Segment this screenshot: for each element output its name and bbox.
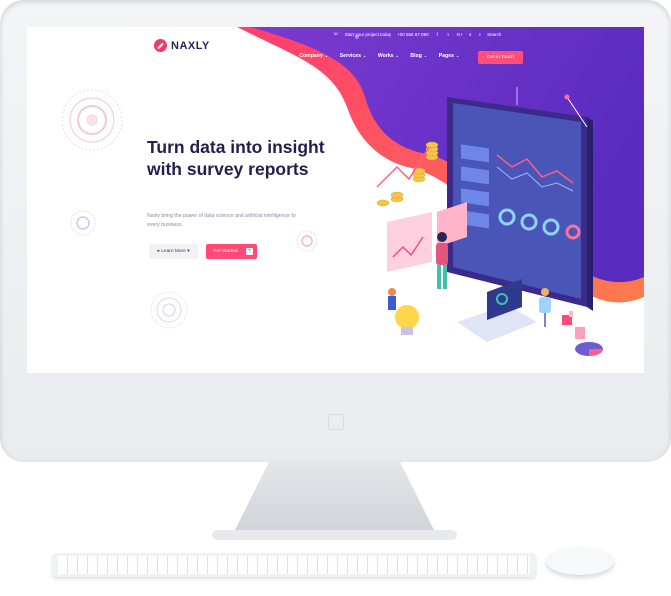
nav-item-home[interactable]: Home bbox=[268, 53, 288, 59]
nav-item-works[interactable]: Works bbox=[378, 53, 400, 59]
decorative-circle-small bbox=[70, 210, 96, 236]
nav-item-blog[interactable]: Blog bbox=[410, 53, 427, 59]
decorative-circle-target bbox=[61, 89, 123, 151]
top-info-bar: ☏ Start your project today +00 555 67 89… bbox=[333, 31, 501, 37]
hero-description: Naxly bring the power of data science an… bbox=[147, 213, 296, 228]
logo-text: NAXLY bbox=[171, 39, 210, 52]
data-analytics-illustration bbox=[376, 87, 603, 356]
plus-icon: + bbox=[246, 248, 253, 255]
monitor-stand bbox=[232, 462, 437, 536]
monitor-stand-base bbox=[212, 530, 457, 540]
site-logo[interactable]: NAXLY bbox=[154, 39, 210, 52]
learn-more-button[interactable]: ▸ Learn More ▾ bbox=[149, 244, 198, 259]
apple-logo-mark bbox=[328, 414, 344, 430]
learn-more-label: Learn More bbox=[161, 249, 186, 254]
get-started-label: Get Started bbox=[213, 249, 238, 254]
chevron-down-icon: ▾ bbox=[185, 249, 190, 254]
search-icon[interactable]: ⌕ bbox=[479, 32, 482, 37]
twitter-icon[interactable]: t bbox=[446, 32, 451, 37]
decorative-circle-lined bbox=[150, 291, 188, 329]
main-nav: Home Company Services Works Blog Pages bbox=[268, 53, 460, 59]
keyboard bbox=[52, 553, 536, 577]
hero-title: Turn data into insight with survey repor… bbox=[147, 137, 325, 179]
nav-item-company[interactable]: Company bbox=[299, 53, 328, 59]
nav-item-services[interactable]: Services bbox=[340, 53, 367, 59]
logo-mark-icon bbox=[154, 39, 167, 52]
google-plus-icon[interactable]: G+ bbox=[457, 32, 463, 37]
search-label[interactable]: Search bbox=[487, 32, 501, 37]
facebook-icon[interactable]: f bbox=[435, 32, 440, 37]
get-started-button[interactable]: Get Started + bbox=[206, 244, 257, 259]
nav-item-pages[interactable]: Pages bbox=[439, 53, 460, 59]
decorative-circle-pink bbox=[296, 230, 318, 252]
project-text: Start your project today bbox=[344, 31, 392, 37]
skype-icon[interactable]: s bbox=[468, 32, 473, 37]
phone-number[interactable]: +00 555 67 890 bbox=[397, 32, 428, 37]
mouse bbox=[546, 547, 614, 575]
phone-icon: ☏ bbox=[333, 31, 339, 36]
get-in-touch-button[interactable]: Get in Touch bbox=[478, 51, 523, 64]
website-screen: NAXLY ☏ Start your project today +00 555… bbox=[27, 27, 644, 373]
